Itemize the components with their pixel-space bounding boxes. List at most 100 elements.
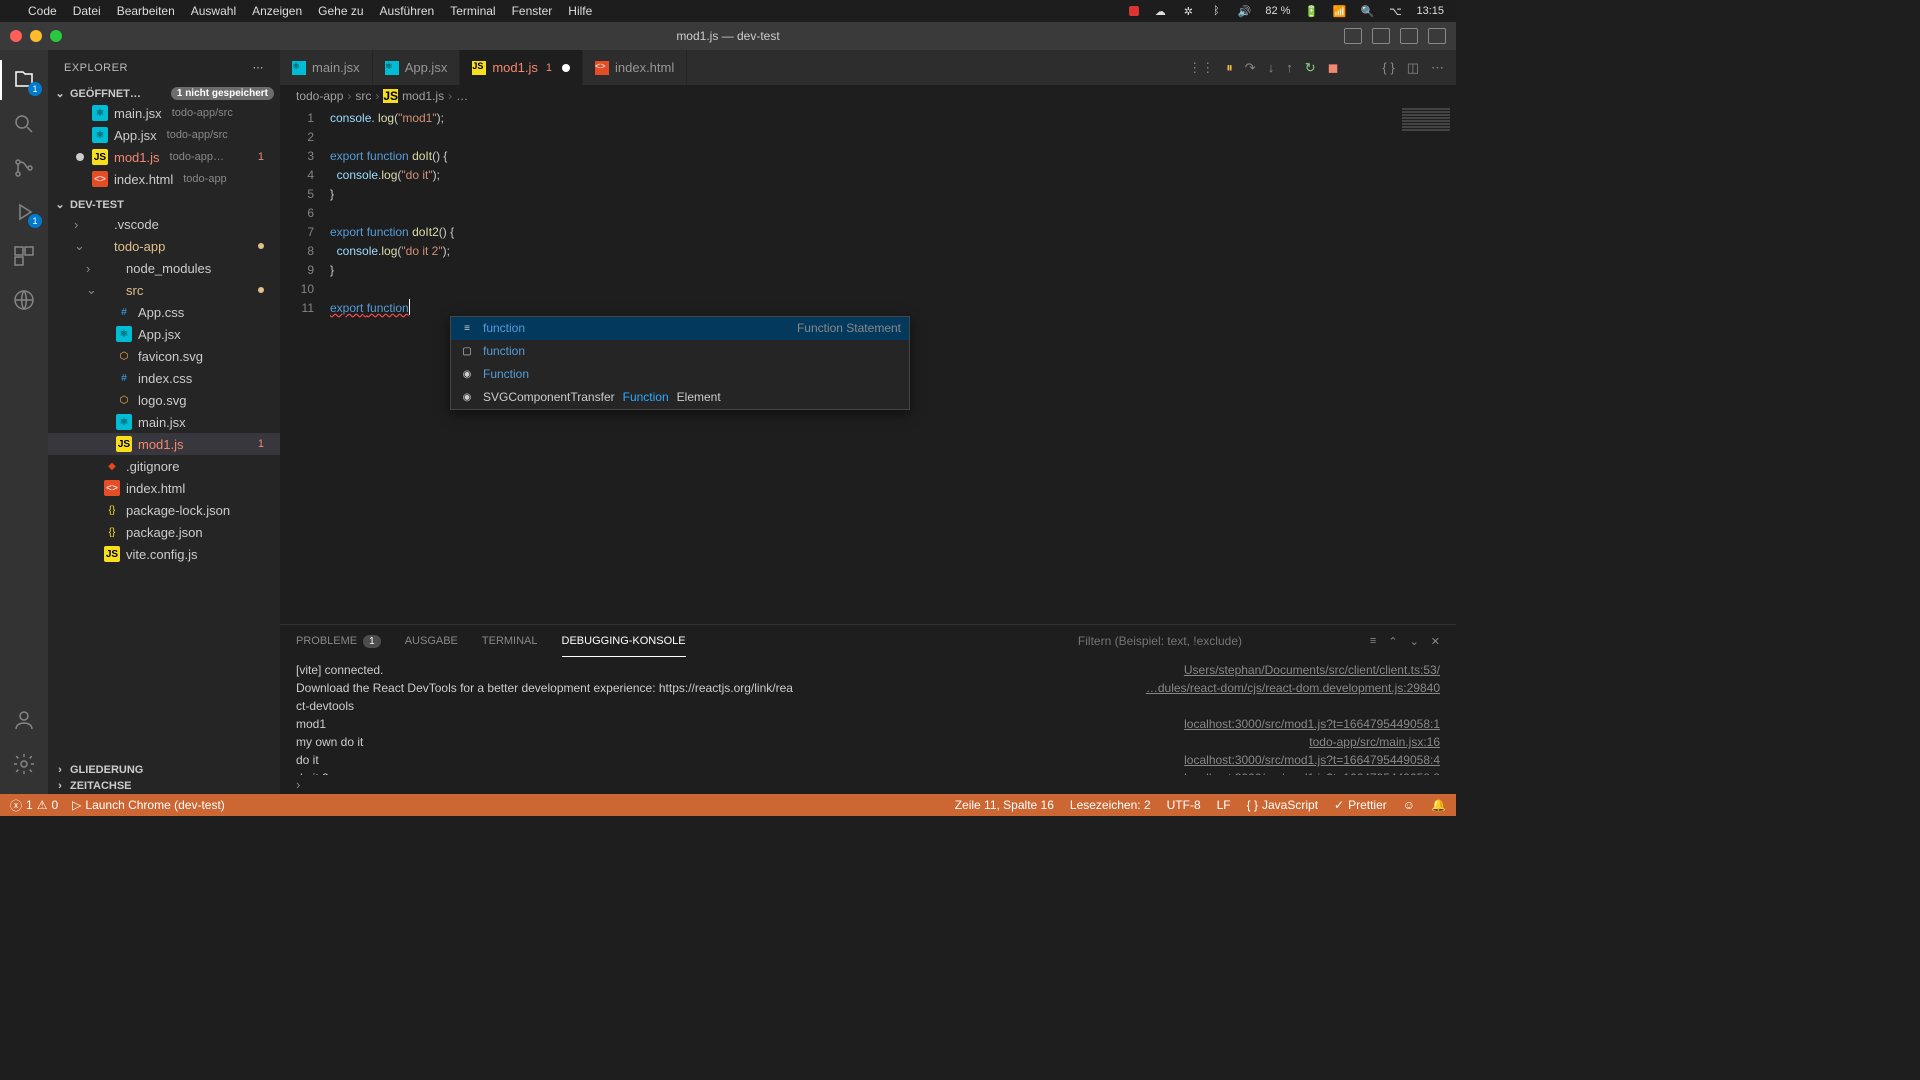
tree-item[interactable]: {} package-lock.json (48, 499, 280, 521)
tree-item[interactable]: ⬡ favicon.svg (48, 345, 280, 367)
menu-window[interactable]: Fenster (512, 4, 553, 18)
layout-sidebar-right-icon[interactable] (1400, 28, 1418, 44)
console-line[interactable]: Download the React DevTools for a better… (296, 679, 1440, 697)
panel-tab-debug-console[interactable]: DEBUGGING-KONSOLE (562, 625, 686, 657)
open-editor-item[interactable]: ⚛ App.jsx todo-app/src (48, 124, 280, 146)
tree-item[interactable]: # App.css (48, 301, 280, 323)
activity-search[interactable] (0, 104, 48, 144)
panel-maximize-icon[interactable]: ⌃ (1388, 635, 1397, 648)
console-source-link[interactable]: Users/stephan/Documents/src/client/clien… (1184, 661, 1440, 679)
window-max-button[interactable] (50, 30, 62, 42)
tree-item[interactable]: JS mod1.js 1 (48, 433, 280, 455)
status-lang[interactable]: { }JavaScript (1247, 798, 1318, 812)
menu-file[interactable]: Datei (73, 4, 101, 18)
status-bell-icon[interactable]: 🔔 (1431, 798, 1446, 812)
autocomplete-popup[interactable]: ≡ function Function Statement ▢ function… (450, 316, 910, 410)
open-editors-header[interactable]: ⌄ GEÖFFNET… 1 nicht gespeichert (48, 85, 280, 102)
tree-item[interactable]: {} package.json (48, 521, 280, 543)
tree-item[interactable]: <> index.html (48, 477, 280, 499)
clock[interactable]: 13:15 (1416, 5, 1444, 17)
debug-stepout-icon[interactable]: ↑ (1286, 60, 1293, 75)
activity-scm[interactable] (0, 148, 48, 188)
window-min-button[interactable] (30, 30, 42, 42)
more-actions-icon[interactable]: ⋯ (1431, 60, 1444, 76)
tree-item[interactable]: # index.css (48, 367, 280, 389)
split-editor-icon[interactable]: ◫ (1407, 60, 1419, 76)
code-line[interactable]: export function doIt2() { (330, 223, 1396, 242)
console-source-link[interactable]: todo-app/src/main.jsx:16 (1309, 733, 1440, 751)
filter-icon[interactable]: ≡ (1370, 635, 1376, 647)
console-source-link[interactable]: …dules/react-dom/cjs/react-dom.developme… (1146, 679, 1440, 697)
panel-filter-input[interactable] (1078, 634, 1358, 648)
panel-close-icon[interactable]: ✕ (1431, 635, 1440, 648)
tree-item[interactable]: ⚛ App.jsx (48, 323, 280, 345)
battery-percent[interactable]: 82 % (1265, 5, 1290, 17)
menu-edit[interactable]: Bearbeiten (117, 4, 175, 18)
code-line[interactable]: console. log("mod1"); (330, 109, 1396, 128)
console-source-link[interactable]: localhost:3000/src/mod1.js?t=16647954490… (1184, 715, 1440, 733)
status-formatter[interactable]: ✓Prettier (1334, 798, 1387, 812)
open-editor-item[interactable]: <> index.html todo-app (48, 168, 280, 190)
console-source-link[interactable]: localhost:3000/src/mod1.js?t=16647954490… (1184, 751, 1440, 769)
debug-stop-icon[interactable]: ◼ (1328, 60, 1339, 76)
window-close-button[interactable] (10, 30, 22, 42)
autocomplete-item[interactable]: ◉ Function (451, 363, 909, 386)
tree-item[interactable]: ⚛ main.jsx (48, 411, 280, 433)
tree-item[interactable]: ◆ .gitignore (48, 455, 280, 477)
editor-tab[interactable]: <> index.html (583, 50, 687, 85)
console-line[interactable]: do it localhost:3000/src/mod1.js?t=16647… (296, 751, 1440, 769)
fan-icon[interactable]: ✲ (1181, 4, 1195, 18)
status-encoding[interactable]: UTF-8 (1167, 798, 1201, 812)
console-line[interactable]: mod1 localhost:3000/src/mod1.js?t=166479… (296, 715, 1440, 733)
recording-icon[interactable] (1129, 6, 1139, 16)
debug-restart-icon[interactable]: ↻ (1305, 60, 1316, 76)
workspace-header[interactable]: ⌄ DEV-TEST (48, 196, 280, 213)
debug-stepover-icon[interactable]: ↷ (1245, 60, 1256, 76)
code-line[interactable]: } (330, 185, 1396, 204)
line-gutter[interactable]: 1234567891011 (280, 107, 330, 624)
autocomplete-item[interactable]: ≡ function Function Statement (451, 317, 909, 340)
panel-tab-problems[interactable]: PROBLEME 1 (296, 625, 381, 657)
code-line[interactable]: console.log("do it 2"); (330, 242, 1396, 261)
tree-item[interactable]: › .vscode (48, 213, 280, 235)
editor-tab[interactable]: ⚛ App.jsx (373, 50, 461, 85)
timeline-header[interactable]: › ZEITACHSE (48, 778, 280, 794)
code-line[interactable] (330, 280, 1396, 299)
search-icon[interactable]: 🔍 (1360, 4, 1374, 18)
tree-item[interactable]: ⬡ logo.svg (48, 389, 280, 411)
status-position[interactable]: Zeile 11, Spalte 16 (955, 798, 1054, 812)
menu-view[interactable]: Anzeigen (252, 4, 302, 18)
wifi-icon[interactable]: 📶 (1332, 4, 1346, 18)
code-line[interactable] (330, 204, 1396, 223)
breadcrumb[interactable]: todo-app› src› JS mod1.js› … (280, 85, 1456, 107)
open-editor-item[interactable]: JS mod1.js todo-app… 1 (48, 146, 280, 168)
menu-run[interactable]: Ausführen (380, 4, 435, 18)
menu-help[interactable]: Hilfe (568, 4, 592, 18)
activity-account[interactable] (0, 700, 48, 740)
sidebar-more-icon[interactable]: ⋯ (253, 61, 265, 74)
debug-pause-icon[interactable]: ⏸ (1226, 60, 1233, 76)
panel-tab-terminal[interactable]: TERMINAL (482, 625, 538, 657)
code-line[interactable]: console.log("do it"); (330, 166, 1396, 185)
menu-go[interactable]: Gehe zu (318, 4, 363, 18)
outline-header[interactable]: › GLIEDERUNG (48, 762, 280, 778)
tree-item[interactable]: JS vite.config.js (48, 543, 280, 565)
tree-item[interactable]: ⌄ todo-app (48, 235, 280, 257)
drag-handle-icon[interactable]: ⋮⋮ (1188, 60, 1214, 76)
layout-panel-icon[interactable] (1372, 28, 1390, 44)
menu-terminal[interactable]: Terminal (450, 4, 495, 18)
activity-explorer[interactable]: 1 (0, 60, 48, 100)
menu-app[interactable]: Code (28, 4, 57, 18)
status-errors[interactable]: ⓧ1 ⚠0 (10, 797, 58, 814)
code-editor[interactable]: console. log("mod1"); export function doI… (330, 107, 1396, 624)
menu-selection[interactable]: Auswahl (191, 4, 236, 18)
status-feedback-icon[interactable]: ☺ (1403, 798, 1415, 812)
cloud-icon[interactable]: ☁ (1153, 4, 1167, 18)
tree-item[interactable]: ⌄ src (48, 279, 280, 301)
activity-settings[interactable] (0, 744, 48, 784)
code-line[interactable]: export function doIt() { (330, 147, 1396, 166)
console-line[interactable]: my own do it todo-app/src/main.jsx:16 (296, 733, 1440, 751)
panel-collapse-icon[interactable]: ⌄ (1410, 635, 1419, 648)
panel-tab-output[interactable]: AUSGABE (405, 625, 458, 657)
status-launch[interactable]: ▷Launch Chrome (dev-test) (72, 798, 225, 812)
